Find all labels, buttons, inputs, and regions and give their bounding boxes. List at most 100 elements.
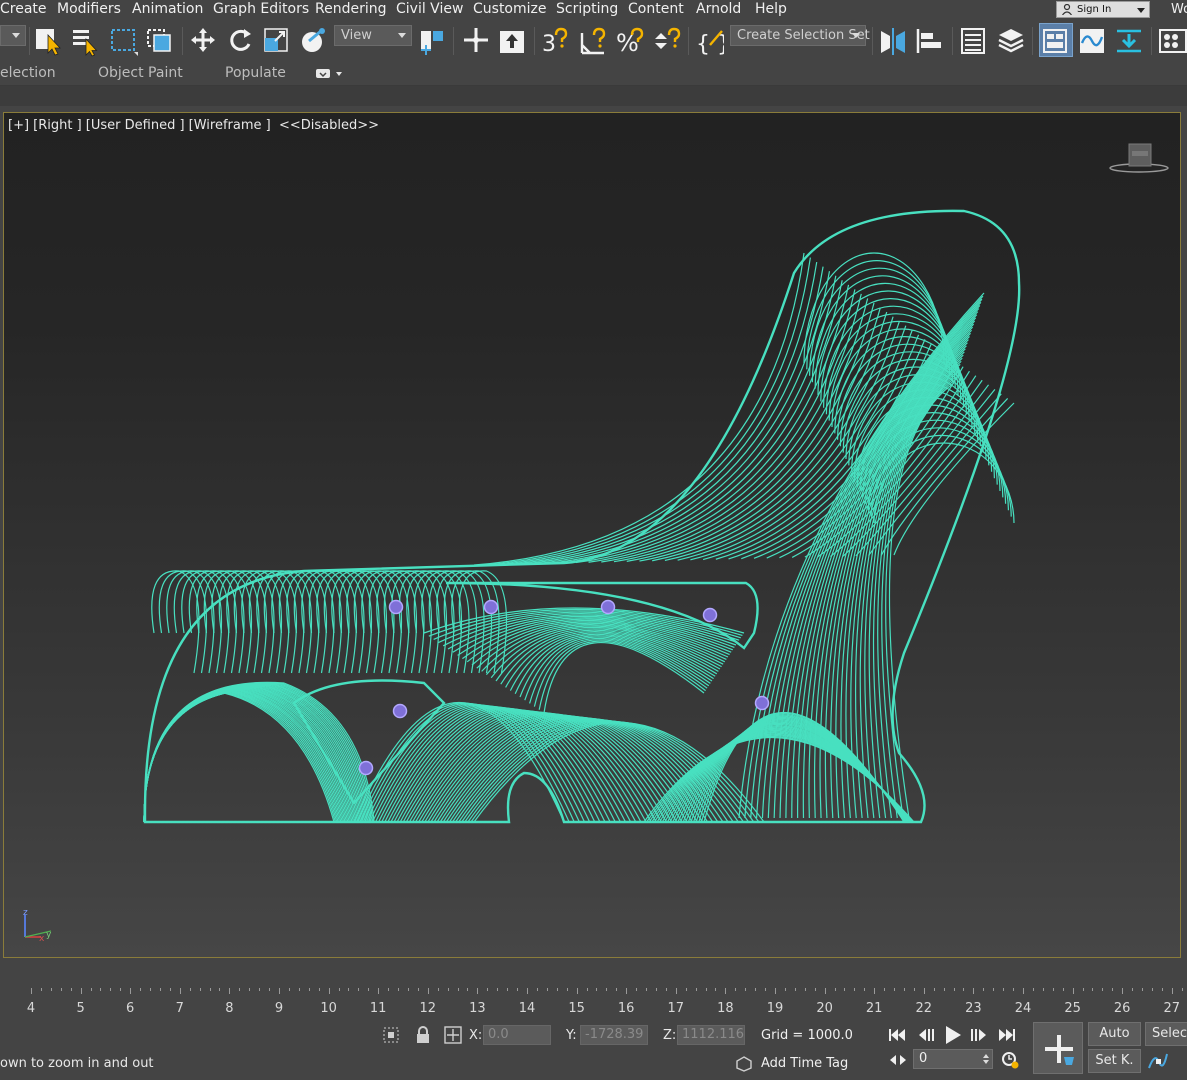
isolate-selection-icon[interactable] [381,1025,401,1045]
pivot-point-button[interactable] [418,23,448,57]
menu-civil-view[interactable]: Civil View [396,0,463,19]
timeline-minor-tick [1181,988,1183,991]
menu-animation[interactable]: Animation [132,0,203,19]
timeline-tick [775,988,776,994]
time-configuration-icon[interactable] [1000,1050,1020,1070]
align-button[interactable] [914,23,944,57]
window-crossing-button[interactable] [144,23,174,57]
curve-editor-icon [1080,29,1104,53]
spinner-snap-button[interactable] [652,23,682,57]
key-filters-button[interactable] [1033,1022,1083,1074]
selected-key-filter-dropdown[interactable]: Selecte [1145,1022,1187,1046]
user-icon [1062,4,1072,15]
menu-create[interactable]: Create [0,0,47,19]
tab-populate[interactable]: Populate [225,65,286,81]
timeline-minor-tick [884,988,886,991]
time-tag-icon[interactable] [735,1056,753,1072]
move-button[interactable] [188,23,218,57]
svg-text:z: z [23,909,28,918]
lock-icon[interactable] [414,1025,432,1045]
add-time-tag-button[interactable]: Add Time Tag [761,1056,848,1071]
auto-key-button[interactable]: Auto [1088,1022,1141,1046]
select-by-name-button[interactable] [70,23,100,57]
viewcube-icon[interactable] [1108,141,1170,175]
rotate-button[interactable] [225,23,255,57]
workspace-label[interactable]: Wo [1171,0,1187,19]
tab-object-paint[interactable]: Object Paint [98,65,183,81]
pivot-marker[interactable] [702,607,718,623]
previous-frame-icon[interactable] [915,1026,937,1044]
rectangular-selection-button[interactable] [108,23,138,57]
viewport-label[interactable]: [+] [Right ] [User Defined ] [Wireframe … [8,118,379,133]
next-frame-icon[interactable] [968,1026,990,1044]
select-manipulate-button[interactable] [461,23,491,57]
curve-editor-button[interactable] [1077,23,1107,57]
go-to-end-icon[interactable] [996,1026,1018,1044]
timeline-frame-number: 22 [915,1001,933,1016]
pivot-marker[interactable] [392,703,408,719]
timeline-frame-number: 27 [1163,1001,1181,1016]
timeline-minor-tick [646,988,648,991]
menu-modifiers[interactable]: Modifiers [57,0,121,19]
go-to-start-icon[interactable] [886,1026,908,1044]
pivot-marker[interactable] [358,760,374,776]
absolute-mode-icon[interactable] [443,1025,463,1045]
selection-filter-dropdown[interactable] [0,25,26,46]
key-tangent-icon[interactable] [1147,1050,1169,1072]
placement-button[interactable] [299,23,329,57]
layer-explorer-button[interactable] [996,23,1026,57]
toggle-ribbon-button[interactable] [1039,23,1073,57]
scale-button[interactable] [262,23,292,57]
material-editor-button[interactable] [1157,23,1187,57]
pivot-marker[interactable] [754,695,770,711]
menu-customize[interactable]: Customize [473,0,547,19]
toolbar-divider [182,27,183,55]
pivot-marker[interactable] [483,599,499,615]
sign-in-dropdown[interactable]: Sign In [1056,1,1150,18]
reference-coordinate-dropdown[interactable]: View [334,25,412,46]
timeline-minor-tick [556,988,558,991]
timeline-minor-tick [794,988,796,991]
percent-snap-button[interactable]: % [615,23,645,57]
mirror-button[interactable] [878,23,908,57]
angle-snap-icon [580,27,606,55]
menu-content[interactable]: Content [628,0,684,19]
key-mode-toggle-icon[interactable] [887,1052,909,1068]
current-frame-field[interactable]: 0 [913,1049,993,1069]
menu-help[interactable]: Help [755,0,787,19]
z-coordinate-field[interactable]: 1112.116 [677,1025,745,1045]
timeline-minor-tick [636,988,638,991]
scene-explorer-button[interactable] [959,23,989,57]
toolbar-divider [1151,27,1152,55]
timeline-minor-tick [705,988,707,991]
named-selection-icon: { } [696,30,731,57]
spinner-icon[interactable] [982,1052,990,1066]
menu-graph-editors[interactable]: Graph Editors [213,0,309,19]
menu-arnold[interactable]: Arnold [696,0,741,19]
create-selection-set-dropdown[interactable]: Create Selection Set [730,25,870,46]
set-key-mode-button[interactable]: Set K. [1088,1049,1141,1073]
timeline-minor-tick [536,988,538,991]
viewport-right[interactable]: [+] [Right ] [User Defined ] [Wireframe … [3,112,1181,958]
timeline-ruler[interactable]: 4 5 6 7 8 9 10 11 12 13 14 15 16 17 18 19 20 21 22 23 24 25 26… [0,988,1187,1018]
tab-selection[interactable]: election [0,65,56,81]
y-coordinate-field[interactable]: -1728.39 [580,1025,648,1045]
timeline-minor-tick [695,988,697,991]
x-coordinate-field[interactable]: 0.0 [483,1025,551,1045]
play-icon[interactable] [942,1024,964,1046]
angle-snap-button[interactable] [578,23,608,57]
pivot-marker[interactable] [600,599,616,615]
timeline-minor-tick [447,988,449,991]
menu-scripting[interactable]: Scripting [556,0,618,19]
ribbon-options-icon[interactable] [315,67,343,81]
window-crossing-icon [147,29,171,52]
pivot-marker[interactable] [388,599,404,615]
keyboard-shortcut-override-button[interactable] [497,23,527,57]
schematic-view-button[interactable] [1114,23,1144,57]
select-object-button[interactable] [33,23,63,57]
wireframe-chair-model[interactable] [4,113,1181,958]
edit-named-selection-button[interactable]: { } [694,23,731,57]
timeline-minor-tick [546,988,548,991]
menu-rendering[interactable]: Rendering [315,0,387,19]
snaps-toggle-button[interactable]: 3 [540,23,570,57]
